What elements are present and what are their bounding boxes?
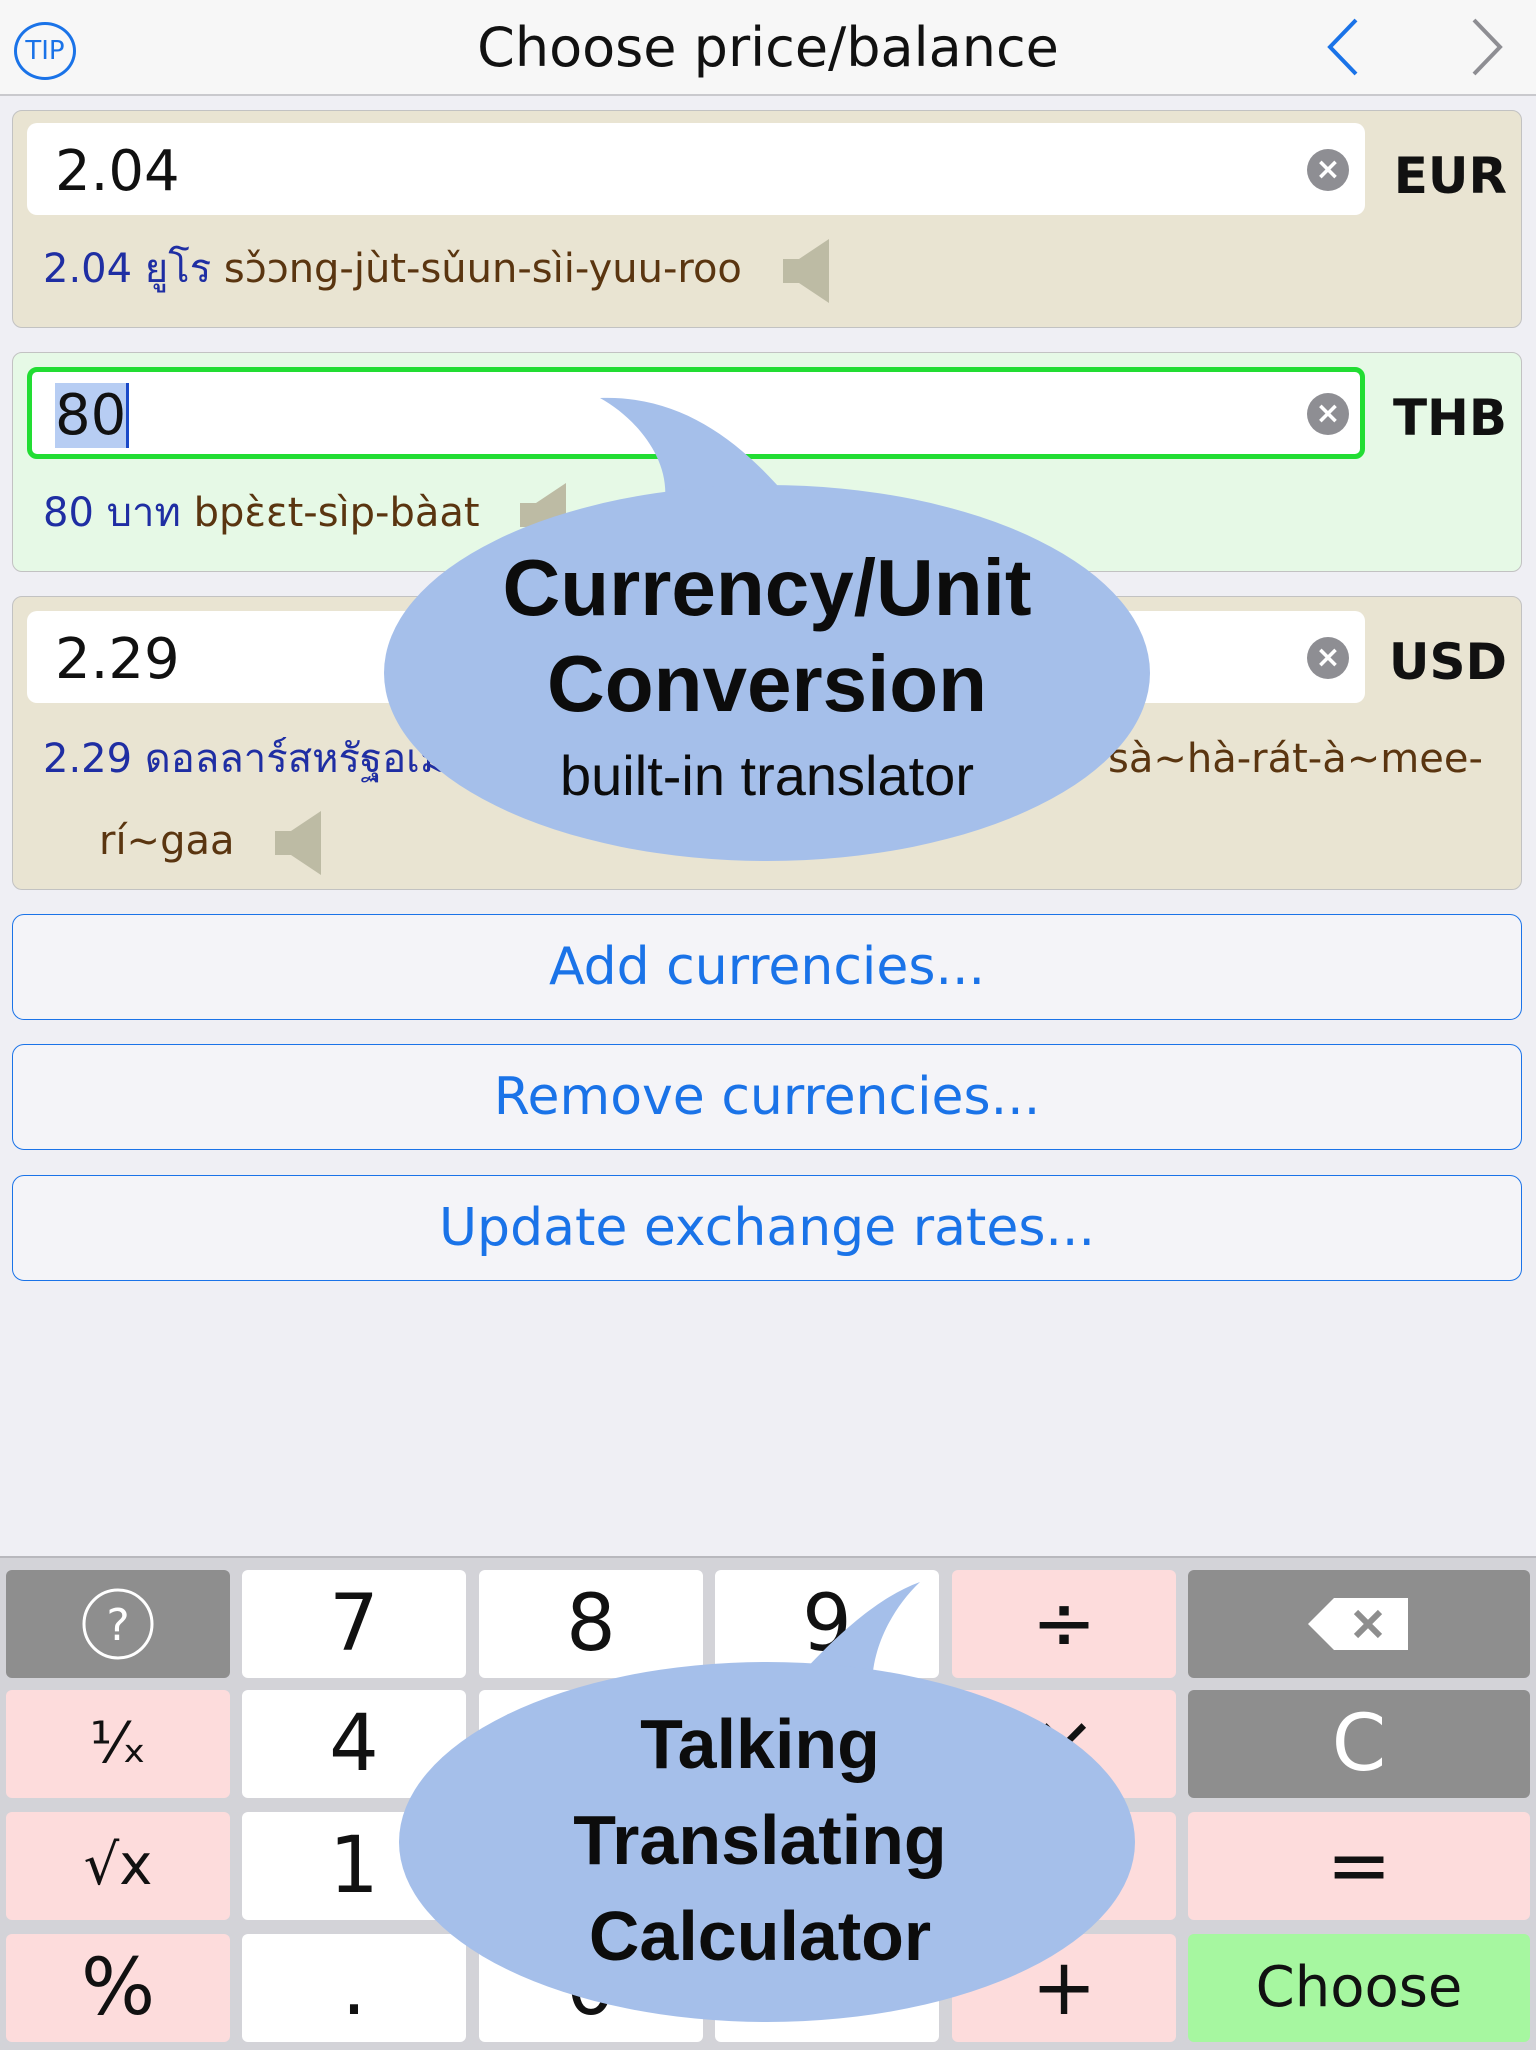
- clear-icon[interactable]: ×: [1307, 149, 1349, 191]
- callout-top-line2: Conversion: [546, 639, 988, 728]
- callout-top-line3: built-in translator: [560, 744, 974, 807]
- help-key[interactable]: ?: [6, 1570, 230, 1678]
- amount-value: 2.29: [55, 627, 180, 692]
- amount-field-thb[interactable]: 80 ×: [27, 367, 1365, 459]
- translation-romanized: sɔ̌ɔng-jùt-sǔun-sìi-yuu-roo: [223, 246, 742, 292]
- forward-button[interactable]: [1460, 14, 1520, 80]
- translation-amount: 2.04 ยูโร: [43, 246, 212, 292]
- remove-currencies-button[interactable]: Remove currencies...: [12, 1044, 1522, 1150]
- clear-icon[interactable]: ×: [1307, 393, 1349, 435]
- reciprocal-key[interactable]: ¹⁄ₓ: [6, 1690, 230, 1798]
- percent-key[interactable]: %: [6, 1934, 230, 2042]
- backspace-icon: [1308, 1598, 1408, 1650]
- key-8[interactable]: 8: [479, 1570, 703, 1678]
- currency-panel-eur: 2.04 × EUR 2.04 ยูโร sɔ̌ɔng-jùt-sǔun-sìi…: [12, 110, 1522, 328]
- callout-bottom-line3: Calculator: [588, 1897, 932, 1975]
- selected-text: 80: [55, 383, 130, 448]
- add-currencies-button[interactable]: Add currencies...: [12, 914, 1522, 1020]
- amount-field-eur[interactable]: 2.04 ×: [27, 123, 1365, 215]
- clear-icon[interactable]: ×: [1307, 637, 1349, 679]
- callout-top-line1: Currency/Unit: [502, 543, 1032, 632]
- svg-text:?: ?: [106, 1600, 129, 1651]
- chevron-left-icon: [1327, 18, 1358, 76]
- currency-code: USD: [1388, 633, 1507, 691]
- translation-line-2: rí~gaa: [99, 801, 327, 881]
- page-title: Choose price/balance: [477, 16, 1059, 79]
- divide-key[interactable]: ÷: [952, 1570, 1176, 1678]
- translation-romanized: sà~hà-rát-à~mee-: [1108, 736, 1483, 782]
- translation-romanized: bpɛ̀ɛt-sìp-bàat: [193, 490, 480, 536]
- amount-value: 2.04: [55, 139, 180, 204]
- choose-key[interactable]: Choose: [1188, 1934, 1530, 2042]
- currency-code: EUR: [1393, 147, 1507, 205]
- equals-key[interactable]: =: [1188, 1812, 1530, 1920]
- help-icon: ?: [82, 1588, 154, 1660]
- speaker-icon[interactable]: [520, 483, 572, 547]
- callout-bottom-line2: Translating: [573, 1801, 947, 1879]
- chevron-right-icon: [1472, 18, 1503, 76]
- sqrt-key[interactable]: √x: [6, 1812, 230, 1920]
- clear-key[interactable]: C: [1188, 1690, 1530, 1798]
- currency-code: THB: [1392, 389, 1507, 447]
- backspace-key[interactable]: [1188, 1570, 1530, 1678]
- amount-value: 80: [55, 383, 130, 448]
- translation-line: 2.04 ยูโร sɔ̌ɔng-jùt-sǔun-sìi-yuu-roo: [43, 229, 835, 309]
- translation-amount: 80 บาท: [43, 490, 181, 536]
- key-7[interactable]: 7: [242, 1570, 466, 1678]
- callout-bottom-line1: Talking: [640, 1705, 880, 1783]
- nav-bar: TIP Choose price/balance: [0, 0, 1536, 96]
- speaker-icon[interactable]: [782, 239, 835, 303]
- speaker-icon[interactable]: [275, 811, 327, 875]
- update-rates-button[interactable]: Update exchange rates...: [12, 1175, 1522, 1281]
- back-button[interactable]: [1316, 14, 1376, 80]
- key-9[interactable]: 9: [715, 1570, 939, 1678]
- currency-panel-thb: 80 × THB 80 บาท bpɛ̀ɛt-sìp-bàat: [12, 352, 1522, 572]
